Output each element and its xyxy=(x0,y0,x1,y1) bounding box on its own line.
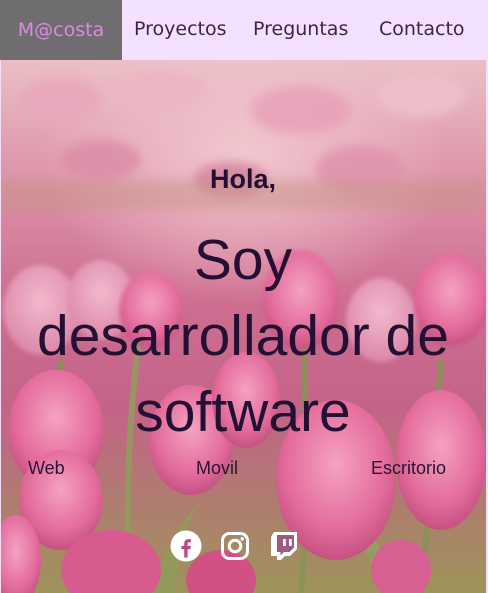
hero-greeting: Hola, xyxy=(209,164,276,194)
headline-line-2: desarrollador de xyxy=(37,304,449,368)
skill-tag-web: Web xyxy=(28,458,65,478)
brand-label: M@costa xyxy=(17,19,105,41)
hero-headline: Soy desarrollador de software xyxy=(0,222,486,450)
nav-item-proyectos[interactable]: Proyectos xyxy=(134,18,227,40)
facebook-icon xyxy=(170,530,202,562)
instagram-link[interactable] xyxy=(219,530,251,562)
navbar: M@costa Proyectos Preguntas Contacto xyxy=(0,0,488,60)
skill-tag-movil: Movil xyxy=(196,458,239,478)
nav-item-contacto[interactable]: Contacto xyxy=(379,18,465,40)
headline-line-3: software xyxy=(135,380,351,444)
instagram-icon xyxy=(221,532,249,560)
twitch-icon xyxy=(271,532,297,560)
skill-tag-escritorio: Escritorio xyxy=(371,458,447,478)
facebook-link[interactable] xyxy=(170,530,202,562)
headline-line-1: Soy xyxy=(193,228,293,292)
brand-link[interactable]: M@costa xyxy=(0,0,122,60)
twitch-link[interactable] xyxy=(268,530,300,562)
nav-item-preguntas[interactable]: Preguntas xyxy=(253,18,348,40)
